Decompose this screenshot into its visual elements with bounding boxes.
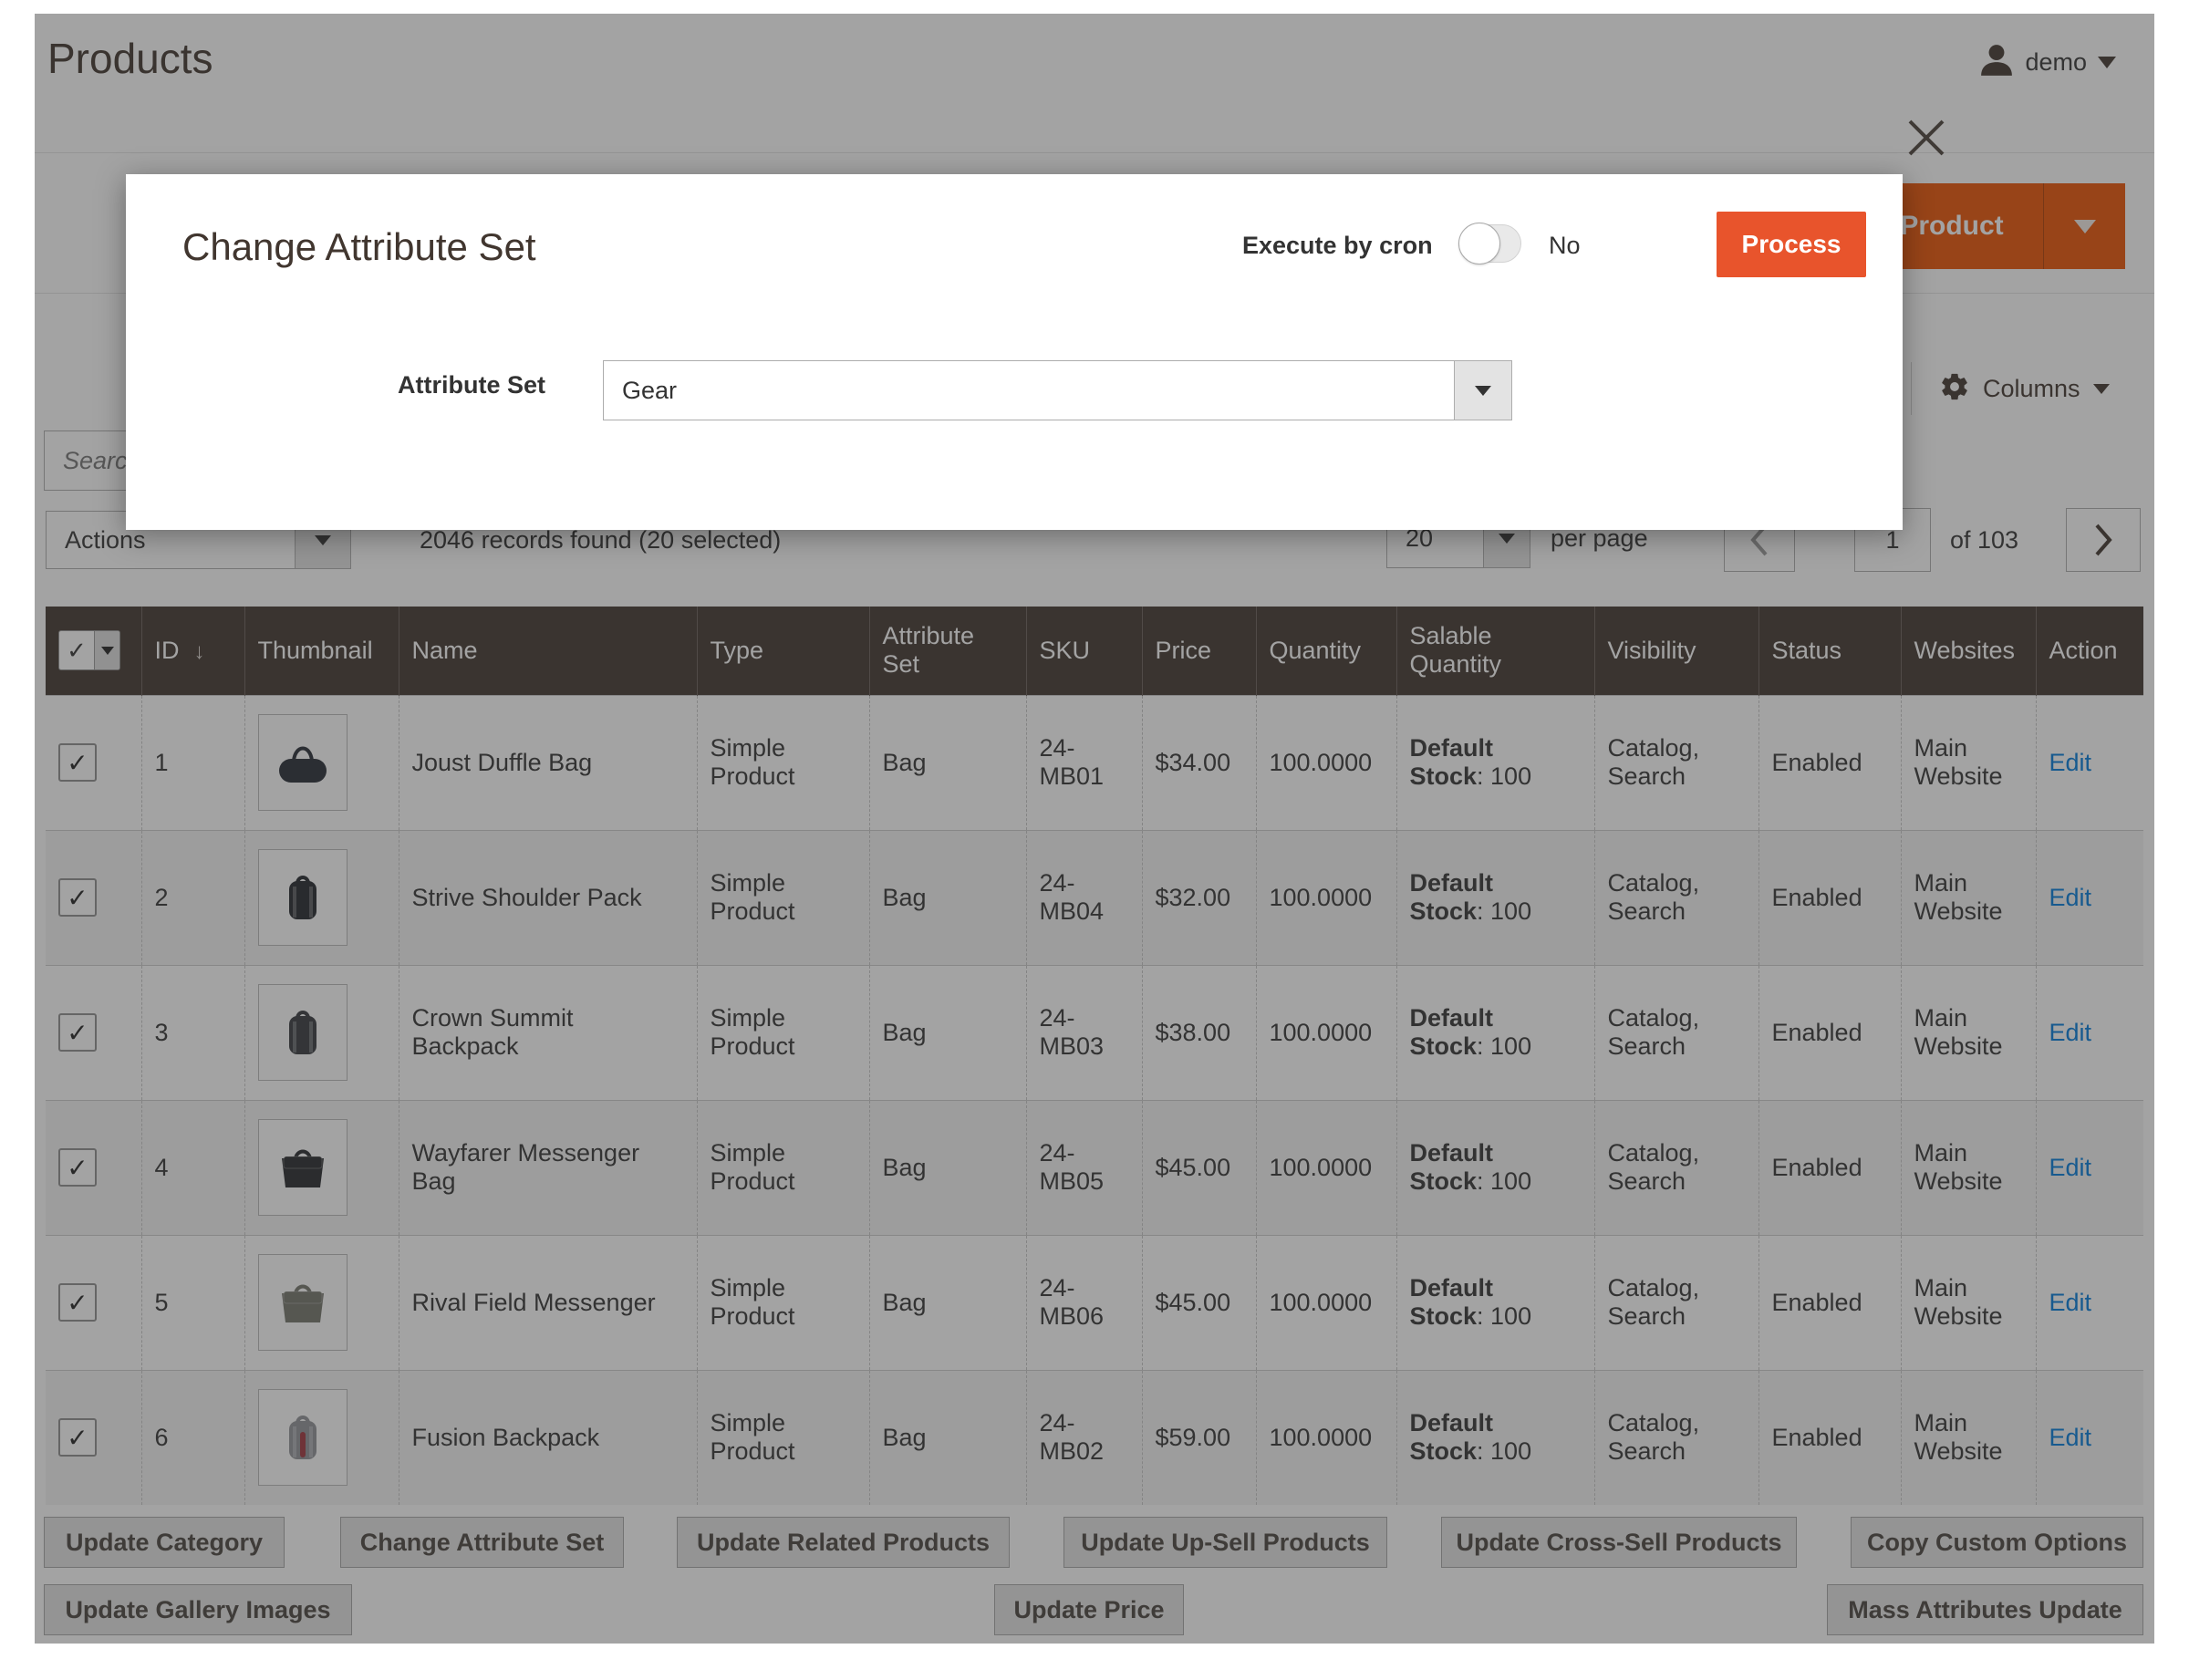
- toggle-knob: [1458, 223, 1500, 264]
- attribute-set-select[interactable]: Gear: [603, 360, 1512, 420]
- attribute-set-select-arrow[interactable]: [1454, 361, 1511, 420]
- toggle-state-label: No: [1549, 224, 1581, 266]
- execute-by-cron-label: Execute by cron: [1242, 224, 1433, 266]
- attribute-set-value: Gear: [604, 361, 1454, 420]
- admin-page: Products demo Product Columns Actions 20…: [35, 14, 2154, 1644]
- attribute-set-label: Attribute Set: [336, 371, 545, 399]
- modal-close-button[interactable]: [1903, 114, 1950, 161]
- chevron-down-icon: [1475, 386, 1491, 396]
- close-icon: [1904, 116, 1948, 160]
- execute-by-cron-toggle[interactable]: [1459, 224, 1521, 263]
- process-button[interactable]: Process: [1717, 212, 1866, 277]
- modal-title: Change Attribute Set: [182, 225, 536, 269]
- change-attribute-set-modal: Change Attribute Set Execute by cron No …: [126, 174, 1903, 530]
